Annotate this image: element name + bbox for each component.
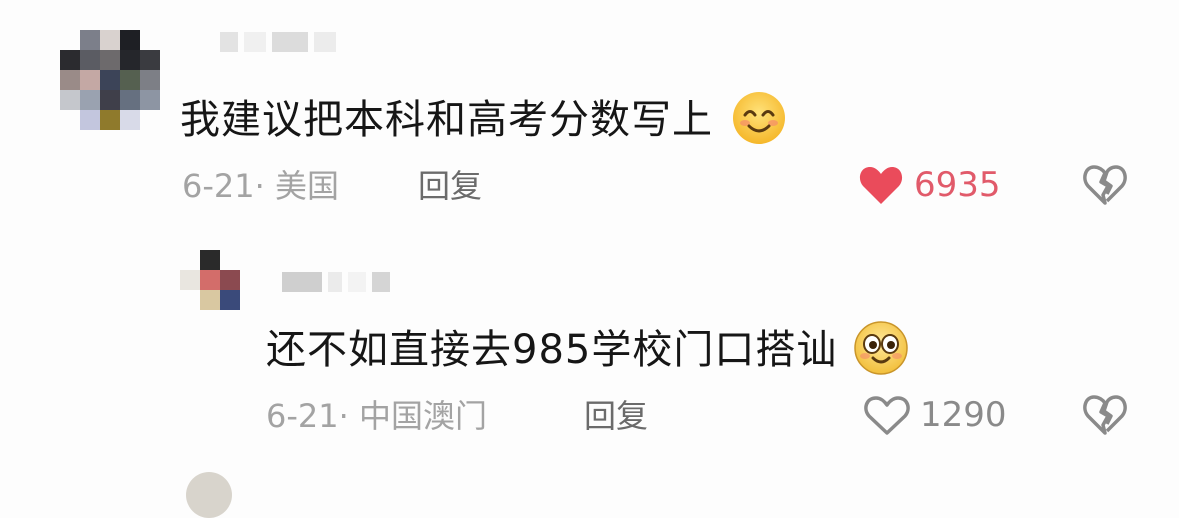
comment-location: 美国 [274,167,339,205]
comment-body: 还不如直接去985学校门口搭讪 [266,327,838,373]
comment-meta: 6-21· 中国澳门 [266,400,487,432]
like-count: 1290 [920,395,1007,435]
username-blurred[interactable] [282,272,390,292]
heart-icon [864,396,910,435]
dislike-button[interactable] [1083,394,1127,440]
comment-location: 中国澳门 [358,397,487,435]
comment-text: 我建议把本科和高考分数写上 [180,92,787,146]
comment-body: 我建议把本科和高考分数写上 [180,97,713,143]
comment-date: 6-21· [182,167,265,205]
heart-icon [859,167,903,204]
dislike-button[interactable] [1083,164,1127,210]
comment-meta: 6-21· 美国 [182,170,339,202]
avatar[interactable] [186,472,232,518]
like-button[interactable]: 1290 [864,394,1007,436]
like-button[interactable]: 6935 [858,164,1001,206]
username-blurred[interactable] [220,32,336,52]
broken-heart-icon [1083,165,1127,205]
avatar[interactable] [60,30,160,130]
comment-text: 还不如直接去985学校门口搭讪 [266,321,909,376]
like-count: 6935 [914,165,1001,205]
reply-button[interactable]: 回复 [418,170,482,202]
avatar[interactable] [180,250,240,310]
reply-button[interactable]: 回复 [584,400,648,432]
smiling-face-emoji [732,92,785,144]
broken-heart-icon [1083,395,1127,435]
grinning-eyes-face-emoji [854,321,908,375]
comment-date: 6-21· [266,397,349,435]
